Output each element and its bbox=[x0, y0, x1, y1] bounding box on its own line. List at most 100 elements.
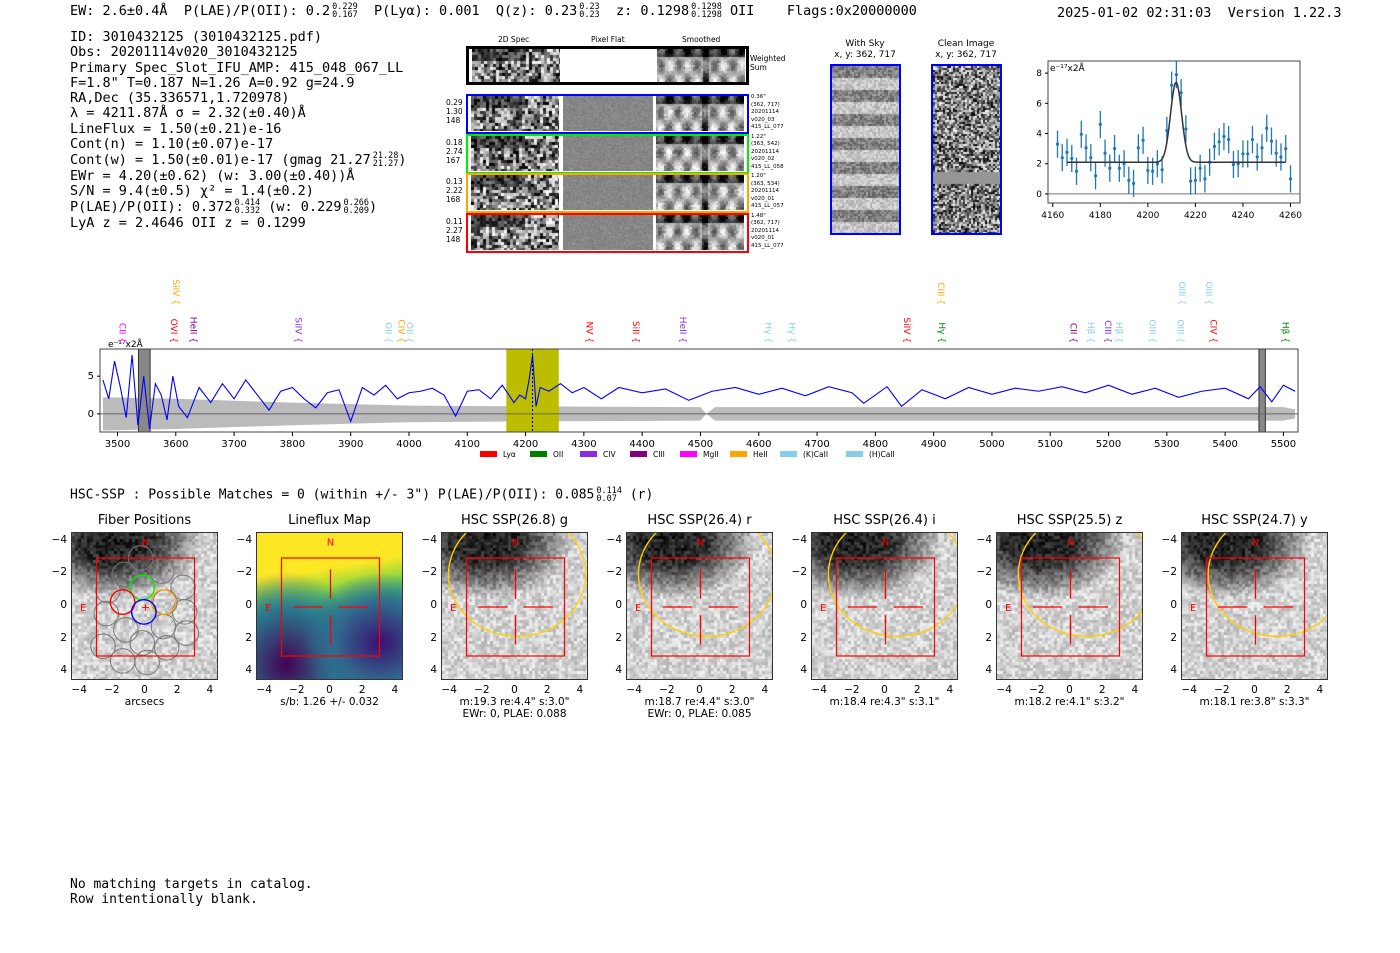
y-tick-label: 2 bbox=[985, 631, 992, 644]
x-tick-label: 0 bbox=[326, 684, 333, 696]
data-point bbox=[1074, 169, 1079, 173]
plae-w-end: ) bbox=[369, 199, 378, 216]
y-tick-label: 4 bbox=[245, 664, 252, 677]
line-fit-chart: 4160 4180 4200 4220 4240 4260 0 2 4 6 8 e⁻¹⁷x2Å bbox=[1036, 60, 1302, 221]
spec-row-stats: 0.11 2.27 148 bbox=[446, 217, 463, 244]
z-lo: 0.1298 bbox=[691, 10, 722, 20]
cutout-title: HSC SSP(24.7) y bbox=[1201, 513, 1308, 528]
y-tick-label: 0 bbox=[1036, 190, 1042, 200]
info-line-z: LyA z = 2.4646 OII z = 0.1299 bbox=[70, 214, 306, 231]
emission-line-label: OIII { bbox=[1174, 319, 1184, 343]
aperture-ellipse bbox=[827, 533, 957, 638]
data-point bbox=[1227, 137, 1231, 142]
emission-line-label: Hβ { bbox=[1279, 322, 1289, 343]
data-point bbox=[1093, 174, 1098, 178]
x-tick-label: 5500 bbox=[1271, 439, 1296, 450]
data-point bbox=[1103, 151, 1107, 155]
masked-region bbox=[1258, 348, 1266, 433]
x-tick-label: 2 bbox=[913, 684, 921, 696]
y-tick-label: −4 bbox=[976, 533, 992, 546]
fiber-circle bbox=[93, 600, 120, 627]
y-tick-label: 0 bbox=[245, 599, 252, 611]
header-summary: EW: 2.6±0.4Å P(LAE)/P(OII): 0.2 0.229 0.16… bbox=[70, 3, 917, 20]
data-point bbox=[1193, 178, 1197, 182]
legend-label: HeII bbox=[753, 450, 768, 459]
cutout-overlay: NE bbox=[635, 533, 772, 657]
data-point bbox=[1274, 151, 1278, 155]
data-point bbox=[1179, 91, 1183, 95]
data-point bbox=[1288, 177, 1293, 181]
x-tick-label: 4400 bbox=[629, 439, 654, 450]
weighted-sum-label: Weighted Sum bbox=[750, 54, 786, 72]
x-tick-label: 2 bbox=[1283, 684, 1291, 696]
x-tick-label: 0 bbox=[1251, 684, 1258, 696]
y-tick-label: −4 bbox=[606, 533, 622, 546]
info-line-plae: P(LAE)/P(OII): 0.372 0.414 0.332 (w: 0.229… bbox=[70, 199, 406, 216]
plae-value: P(LAE)/P(OII): 0.2 bbox=[183, 3, 331, 19]
y-tick-label: 0 bbox=[800, 599, 807, 611]
x-tick-label: 4700 bbox=[804, 439, 829, 450]
data-point bbox=[1112, 147, 1117, 151]
legend-label: MgII bbox=[703, 450, 719, 459]
y-tick-label: 0 bbox=[985, 599, 992, 611]
x-tick-label: 4800 bbox=[863, 439, 888, 450]
spec-row-meta: 1.22" (363, 542) 20201114 v020_02 415_LL_058 bbox=[751, 134, 784, 172]
x-tick-label: 4160 bbox=[1041, 211, 1064, 221]
cutout-caption: m:18.7 re:4.4" s:3.0" bbox=[644, 696, 755, 708]
stat-value: 167 bbox=[446, 155, 461, 165]
legend-label: CIII bbox=[653, 450, 665, 459]
info-line: Cont(n) = 1.10(±0.07)e-17 bbox=[70, 136, 274, 153]
x-tick-label: −2 bbox=[659, 684, 675, 696]
col-header-2dspec: 2D Spec bbox=[498, 35, 530, 44]
flags-value: Flags:0x20000000 bbox=[786, 3, 917, 19]
y-tick-label: 0 bbox=[430, 599, 437, 611]
data-point bbox=[1131, 181, 1136, 185]
spec-row bbox=[466, 212, 749, 253]
spec-row bbox=[466, 173, 749, 213]
pixel-flat-image bbox=[563, 96, 653, 131]
stat-value: 168 bbox=[446, 195, 461, 204]
data-point bbox=[1198, 166, 1202, 170]
info-line: λ = 4211.87Å σ = 2.32(±0.40)Å bbox=[70, 105, 306, 122]
info-line: Obs: 20201114v020_3010432125 bbox=[70, 44, 298, 61]
x-tick-label: −2 bbox=[289, 684, 305, 696]
hsc-summary-text: HSC-SSP : Possible Matches = 0 (within +… bbox=[70, 487, 595, 503]
data-point bbox=[1255, 155, 1259, 159]
x-tick-label: 3600 bbox=[163, 439, 188, 450]
meta-value: v020_01 bbox=[751, 235, 775, 242]
east-label: E bbox=[820, 603, 826, 614]
meta-value: 415_LL_057 bbox=[751, 203, 784, 210]
x-tick-label: 3800 bbox=[280, 439, 305, 450]
cutout-image-fiber: + N E bbox=[71, 532, 218, 680]
x-tick-label: 4 bbox=[1316, 684, 1324, 696]
cutout-overlay: NE bbox=[1005, 533, 1142, 657]
x-tick-label: 2 bbox=[1098, 684, 1106, 696]
x-tick-label: 4260 bbox=[1279, 211, 1302, 221]
x-tick-label: −4 bbox=[71, 684, 87, 696]
qz-lo: 0.23 bbox=[579, 10, 600, 20]
legend-swatch bbox=[580, 451, 597, 457]
data-point bbox=[1065, 150, 1069, 154]
fiber-circle bbox=[111, 561, 138, 588]
cutout-caption: m:18.1 re:3.8" s:3.3" bbox=[1199, 696, 1310, 708]
x-tick-label: 4500 bbox=[688, 439, 713, 450]
data-point bbox=[1269, 139, 1274, 143]
x-tick-label: −4 bbox=[996, 684, 1012, 696]
y-tick-label: 2 bbox=[1036, 160, 1042, 170]
y-tick-label: 2 bbox=[1170, 631, 1177, 644]
data-point bbox=[1127, 178, 1131, 182]
x-tick-label: 0 bbox=[141, 684, 148, 696]
east-label: E bbox=[80, 603, 86, 614]
hsc-summary: HSC-SSP : Possible Matches = 0 (within +… bbox=[70, 487, 653, 504]
y-tick-label: 8 bbox=[1036, 69, 1042, 79]
blank-row-note: Row intentionally blank. bbox=[70, 892, 258, 907]
data-point bbox=[1098, 122, 1102, 127]
cutout-title: HSC SSP(26.8) g bbox=[460, 513, 569, 528]
x-tick-label: 3700 bbox=[221, 439, 246, 450]
plae-w: (w: 0.229 bbox=[268, 199, 342, 216]
meta-value: v020_01 bbox=[751, 195, 775, 202]
meta-value: 415_LL_058 bbox=[751, 163, 784, 170]
plae-w-range: 0.266 0.209 bbox=[343, 199, 369, 216]
cutout-image-hsc: NE bbox=[996, 532, 1143, 680]
x-tick-label: 4100 bbox=[455, 439, 480, 450]
